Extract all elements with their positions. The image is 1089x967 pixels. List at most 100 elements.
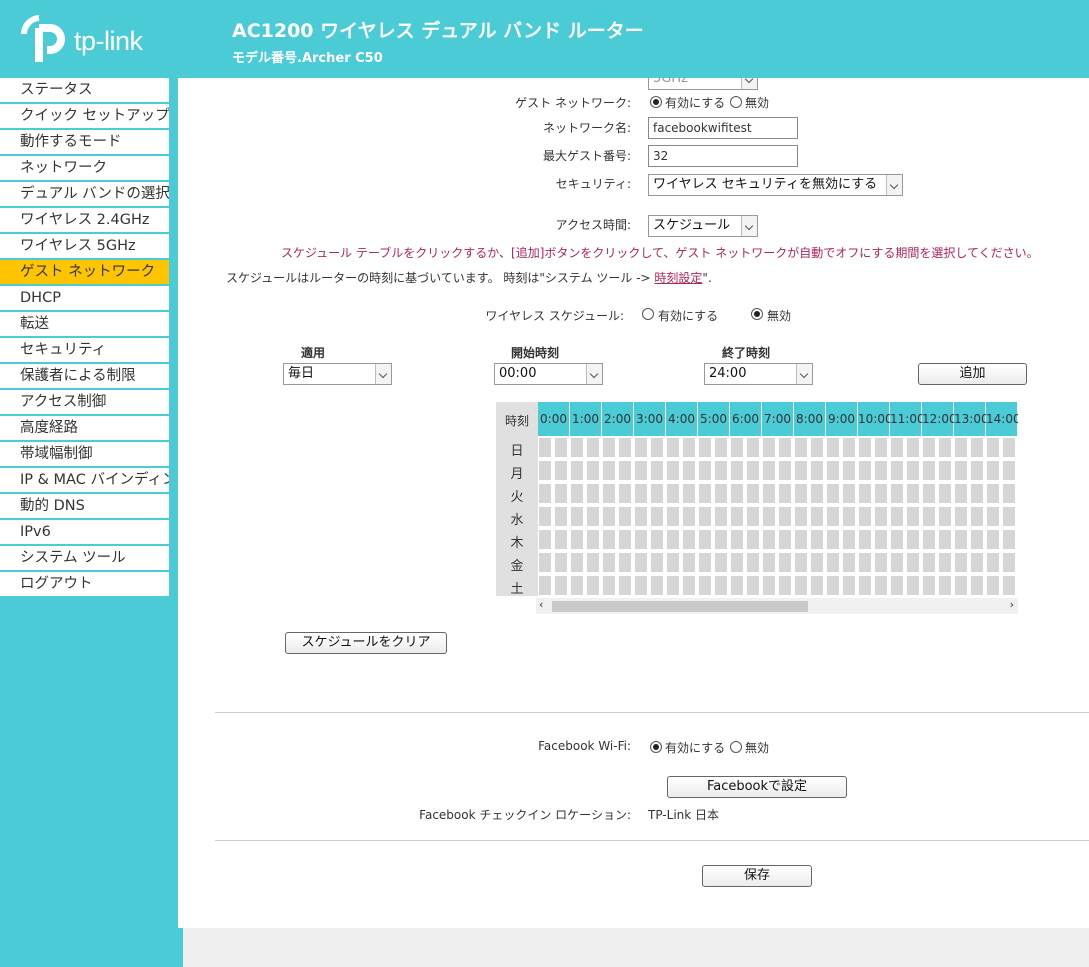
schedule-cell[interactable]: [666, 437, 680, 458]
sidebar-item-guest-network[interactable]: ゲスト ネットワーク: [0, 260, 169, 286]
schedule-cell[interactable]: [554, 460, 568, 481]
schedule-cell[interactable]: [602, 506, 616, 527]
schedule-cell[interactable]: [970, 529, 984, 550]
schedule-cell[interactable]: [778, 529, 792, 550]
schedule-cell[interactable]: [906, 437, 920, 458]
schedule-cell[interactable]: [938, 437, 952, 458]
schedule-grid[interactable]: 時刻 0:00 1:00 2:00 3:00 4:00 5:00 6:00 7:00 8:00 9…: [496, 402, 1018, 616]
schedule-cell[interactable]: [826, 460, 840, 481]
start-time-select[interactable]: 00:00: [494, 363, 603, 385]
schedule-cell[interactable]: [538, 529, 552, 550]
sidebar-item-dynamic-dns[interactable]: 動的 DNS: [0, 494, 169, 520]
schedule-cell[interactable]: [842, 483, 856, 504]
schedule-cell[interactable]: [618, 437, 632, 458]
time-settings-link[interactable]: 時刻設定: [654, 271, 702, 285]
schedule-cell[interactable]: [954, 483, 968, 504]
schedule-cell[interactable]: [650, 437, 664, 458]
schedule-cell[interactable]: [970, 437, 984, 458]
schedule-cell[interactable]: [746, 437, 760, 458]
schedule-cell[interactable]: [954, 460, 968, 481]
schedule-cell[interactable]: [762, 575, 776, 596]
schedule-cell[interactable]: [586, 437, 600, 458]
schedule-cell[interactable]: [778, 506, 792, 527]
end-time-select[interactable]: 24:00: [704, 363, 813, 385]
schedule-cell[interactable]: [1002, 552, 1016, 573]
schedule-cell[interactable]: [746, 529, 760, 550]
schedule-cell[interactable]: [778, 575, 792, 596]
schedule-cell[interactable]: [682, 506, 696, 527]
schedule-cell[interactable]: [906, 506, 920, 527]
schedule-cell[interactable]: [666, 575, 680, 596]
schedule-cell[interactable]: [570, 552, 584, 573]
schedule-cell[interactable]: [698, 483, 712, 504]
schedule-cell[interactable]: [938, 552, 952, 573]
schedule-cell[interactable]: [634, 552, 648, 573]
schedule-cell[interactable]: [778, 460, 792, 481]
schedule-cell[interactable]: [938, 460, 952, 481]
apply-select[interactable]: 毎日: [283, 363, 392, 385]
schedule-cell[interactable]: [810, 437, 824, 458]
schedule-cell[interactable]: [618, 506, 632, 527]
schedule-cell[interactable]: [586, 506, 600, 527]
schedule-cell[interactable]: [954, 529, 968, 550]
sidebar-item-bandwidth-control[interactable]: 帯域幅制御: [0, 442, 169, 468]
schedule-cell[interactable]: [682, 460, 696, 481]
schedule-cell[interactable]: [874, 506, 888, 527]
schedule-cell[interactable]: [938, 575, 952, 596]
schedule-cell[interactable]: [970, 552, 984, 573]
guest-network-disable-radio[interactable]: [730, 96, 742, 108]
schedule-cell[interactable]: [650, 575, 664, 596]
schedule-cell[interactable]: [730, 437, 744, 458]
schedule-cell[interactable]: [666, 460, 680, 481]
schedule-cell[interactable]: [794, 437, 808, 458]
sidebar-item-dual-band[interactable]: デュアル バンドの選択: [0, 182, 169, 208]
schedule-cell[interactable]: [890, 506, 904, 527]
schedule-cell[interactable]: [890, 483, 904, 504]
schedule-cell[interactable]: [746, 575, 760, 596]
schedule-cell[interactable]: [538, 552, 552, 573]
schedule-cell[interactable]: [554, 529, 568, 550]
schedule-cell[interactable]: [794, 460, 808, 481]
schedule-cell[interactable]: [618, 529, 632, 550]
schedule-cell[interactable]: [682, 575, 696, 596]
schedule-cell[interactable]: [570, 483, 584, 504]
schedule-cell[interactable]: [954, 552, 968, 573]
schedule-cell[interactable]: [730, 552, 744, 573]
schedule-cell[interactable]: [954, 437, 968, 458]
schedule-cell[interactable]: [890, 529, 904, 550]
facebook-wifi-enable-radio[interactable]: [650, 741, 662, 753]
sidebar-item-dhcp[interactable]: DHCP: [0, 286, 169, 312]
schedule-cell[interactable]: [554, 552, 568, 573]
schedule-cell[interactable]: [746, 483, 760, 504]
security-select[interactable]: ワイヤレス セキュリティを無効にする: [648, 174, 903, 196]
schedule-cell[interactable]: [778, 552, 792, 573]
sidebar-item-status[interactable]: ステータス: [0, 78, 169, 104]
schedule-cell[interactable]: [794, 552, 808, 573]
schedule-cell[interactable]: [538, 506, 552, 527]
schedule-cell[interactable]: [538, 575, 552, 596]
schedule-cell[interactable]: [906, 575, 920, 596]
schedule-cell[interactable]: [890, 437, 904, 458]
schedule-cell[interactable]: [666, 506, 680, 527]
schedule-cell[interactable]: [586, 529, 600, 550]
schedule-cell[interactable]: [618, 552, 632, 573]
schedule-cell[interactable]: [714, 529, 728, 550]
schedule-cell[interactable]: [970, 483, 984, 504]
schedule-cell[interactable]: [730, 529, 744, 550]
schedule-cell[interactable]: [954, 575, 968, 596]
schedule-cell[interactable]: [938, 483, 952, 504]
schedule-cell[interactable]: [842, 460, 856, 481]
schedule-cell[interactable]: [666, 552, 680, 573]
schedule-cell[interactable]: [858, 506, 872, 527]
sidebar-item-network[interactable]: ネットワーク: [0, 156, 169, 182]
facebook-setup-button[interactable]: Facebookで設定: [667, 776, 847, 798]
schedule-cell[interactable]: [794, 483, 808, 504]
sidebar-item-logout[interactable]: ログアウト: [0, 572, 169, 598]
schedule-cell[interactable]: [858, 529, 872, 550]
sidebar-item-wireless-5[interactable]: ワイヤレス 5GHz: [0, 234, 169, 260]
schedule-cell[interactable]: [682, 552, 696, 573]
schedule-cell[interactable]: [666, 483, 680, 504]
schedule-cell[interactable]: [778, 483, 792, 504]
schedule-cell[interactable]: [842, 552, 856, 573]
schedule-cell[interactable]: [906, 529, 920, 550]
